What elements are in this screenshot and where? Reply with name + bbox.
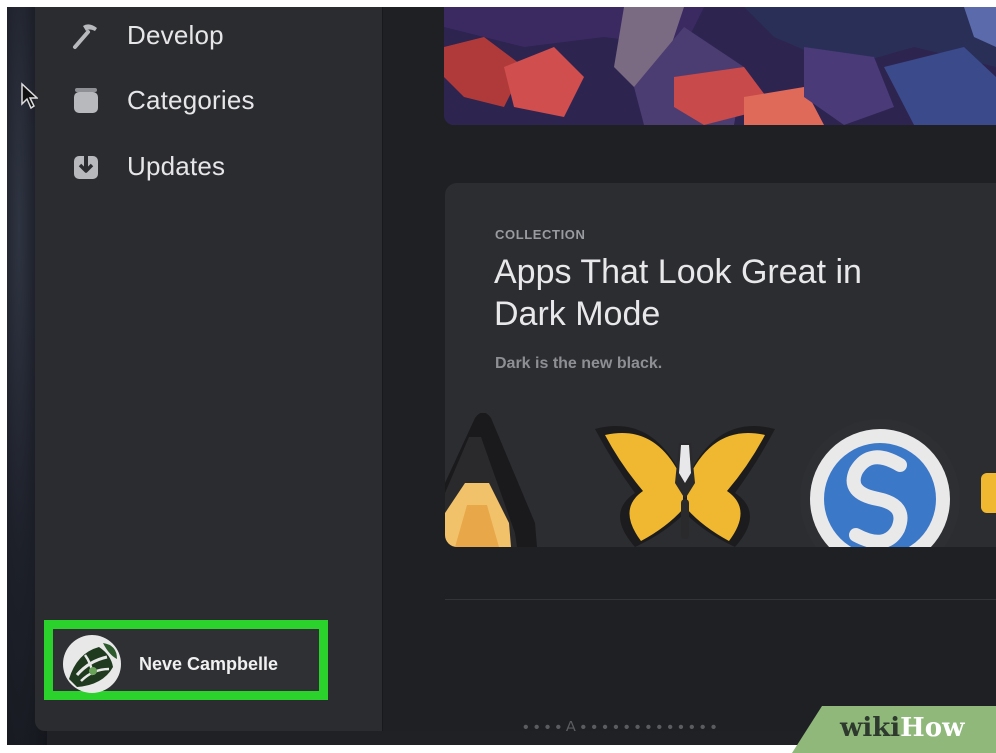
sidebar-item-label: Updates: [127, 150, 226, 181]
collection-card[interactable]: COLLECTION Apps That Look Great in Dark …: [445, 183, 996, 547]
card-title: Apps That Look Great in Dark Mode: [494, 253, 862, 333]
mouse-cursor-icon: [21, 82, 38, 110]
card-eyebrow: COLLECTION: [495, 227, 586, 242]
watermark-wiki: wiki: [840, 713, 901, 743]
sidebar-item-develop[interactable]: Develop: [71, 15, 224, 55]
screenshot-frame: Develop Categories Updates Neve Campbell…: [7, 7, 996, 745]
sidebar-item-categories[interactable]: Categories: [71, 80, 255, 120]
sidebar-item-label: Categories: [127, 84, 255, 115]
hammer-icon: [71, 20, 101, 50]
featured-banner[interactable]: [444, 7, 996, 125]
pencil-app-icon: [445, 413, 537, 547]
butterfly-app-icon: [595, 426, 775, 547]
sidebar-item-updates[interactable]: Updates: [71, 146, 225, 186]
account-button[interactable]: Neve Campbelle: [44, 620, 328, 700]
card-subtitle: Dark is the new black.: [495, 355, 663, 372]
watermark-text: wikiHow: [840, 713, 964, 743]
sidebar-item-label: Develop: [127, 19, 224, 50]
categories-icon: [71, 85, 101, 115]
card-artwork: [445, 413, 996, 547]
simplenote-app-icon: [800, 419, 960, 547]
avatar: [63, 635, 121, 693]
account-name: Neve Campbelle: [139, 653, 279, 674]
app-store-window: Develop Categories Updates Neve Campbell…: [35, 7, 996, 731]
next-section-text: • • • • A • • • • • • • • • • • • •: [523, 719, 717, 731]
section-divider: [445, 599, 996, 600]
main-content: COLLECTION Apps That Look Great in Dark …: [383, 7, 996, 731]
sidebar: Develop Categories Updates Neve Campbell…: [35, 7, 383, 731]
updates-icon: [71, 151, 101, 181]
account-row: Neve Campbelle: [63, 635, 278, 693]
watermark-how: How: [900, 713, 965, 743]
